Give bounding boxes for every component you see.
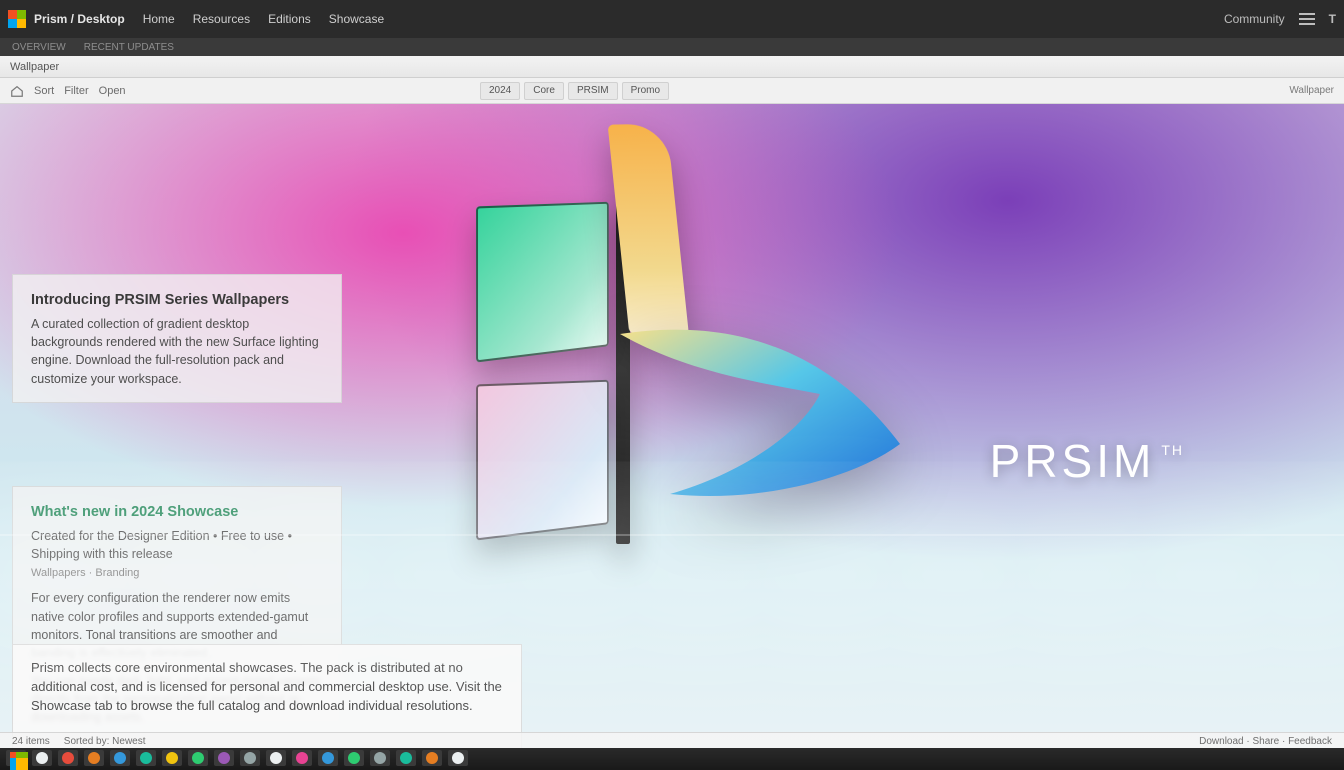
taskbar-browser-icon[interactable]: [110, 750, 130, 766]
news1-body: A curated collection of gradient desktop…: [31, 315, 323, 388]
taskbar-media-icon[interactable]: [188, 750, 208, 766]
news3-body: Prism collects core environmental showca…: [31, 659, 503, 716]
sub-ribbon: OVERVIEW RECENT UPDATES: [0, 38, 1344, 56]
menu-showcase[interactable]: Showcase: [329, 12, 384, 26]
taskbar-code-icon[interactable]: [344, 750, 364, 766]
taskbar-settings-icon[interactable]: [266, 750, 286, 766]
taskbar-chat-icon[interactable]: [214, 750, 234, 766]
subribbon-overview[interactable]: OVERVIEW: [12, 42, 66, 53]
hero-wallpaper: PRSIM TH Introducing PRSIM Series Wallpap…: [0, 104, 1344, 750]
news2-tag: Wallpapers · Branding: [31, 567, 323, 579]
taskbar-task-icon[interactable]: [58, 750, 78, 766]
toolrow-right-label: Wallpaper: [1289, 85, 1334, 96]
menu-more[interactable]: T: [1329, 12, 1336, 26]
chip-year[interactable]: 2024: [480, 82, 520, 100]
brand-text: PRSIM: [990, 435, 1156, 487]
news2-sub: Created for the Designer Edition • Free …: [31, 527, 323, 563]
home-icon[interactable]: [10, 84, 24, 98]
logo-pane-green: [476, 202, 609, 363]
hamburger-icon[interactable]: [1299, 13, 1315, 25]
hero-logo: [460, 124, 900, 644]
taskbar-files-icon[interactable]: [162, 750, 182, 766]
logo-swoosh-icon: [610, 274, 910, 574]
app-title: Prism / Desktop: [34, 12, 125, 26]
app-logo-icon: [8, 10, 26, 28]
news1-headline: Introducing PRSIM Series Wallpapers: [31, 291, 323, 309]
tool-filter[interactable]: Filter: [64, 85, 88, 97]
taskbar: [0, 748, 1344, 768]
taskbar-app18-icon[interactable]: [448, 750, 468, 766]
tab-strip: Wallpaper: [0, 56, 1344, 78]
menubar: Prism / Desktop Home Resources Editions …: [0, 0, 1344, 38]
taskbar-terminal-icon[interactable]: [240, 750, 260, 766]
status-actions[interactable]: Download · Share · Feedback: [1199, 736, 1332, 747]
taskbar-music-icon[interactable]: [318, 750, 338, 766]
taskbar-mail-icon[interactable]: [84, 750, 104, 766]
chip-core[interactable]: Core: [524, 82, 564, 100]
menu-resources[interactable]: Resources: [193, 12, 250, 26]
taskbar-store-icon[interactable]: [136, 750, 156, 766]
menu-home[interactable]: Home: [143, 12, 175, 26]
taskbar-app15-icon[interactable]: [370, 750, 390, 766]
taskbar-start-icon[interactable]: [6, 750, 26, 766]
brand-wordmark: PRSIM TH: [990, 434, 1184, 488]
tool-row: Sort Filter Open 2024 Core PRSIM Promo W…: [0, 78, 1344, 104]
brand-tm: TH: [1161, 442, 1184, 458]
news2-headline: What's new in 2024 Showcase: [31, 503, 323, 521]
taskbar-app17-icon[interactable]: [422, 750, 442, 766]
tab-title[interactable]: Wallpaper: [10, 61, 59, 73]
taskbar-photo-icon[interactable]: [292, 750, 312, 766]
news-card-1[interactable]: Introducing PRSIM Series Wallpapers A cu…: [12, 274, 342, 403]
tool-sort[interactable]: Sort: [34, 85, 54, 97]
subribbon-recent[interactable]: RECENT UPDATES: [84, 42, 174, 53]
logo-pane-pink: [476, 380, 609, 541]
taskbar-search-icon[interactable]: [32, 750, 52, 766]
menu-editions[interactable]: Editions: [268, 12, 311, 26]
chip-brand[interactable]: PRSIM: [568, 82, 618, 100]
menu-community[interactable]: Community: [1224, 12, 1285, 26]
status-count: 24 items: [12, 736, 50, 747]
status-sort: Sorted by: Newest: [64, 736, 146, 747]
tool-open[interactable]: Open: [99, 85, 126, 97]
taskbar-app16-icon[interactable]: [396, 750, 416, 766]
chip-promo[interactable]: Promo: [622, 82, 669, 100]
